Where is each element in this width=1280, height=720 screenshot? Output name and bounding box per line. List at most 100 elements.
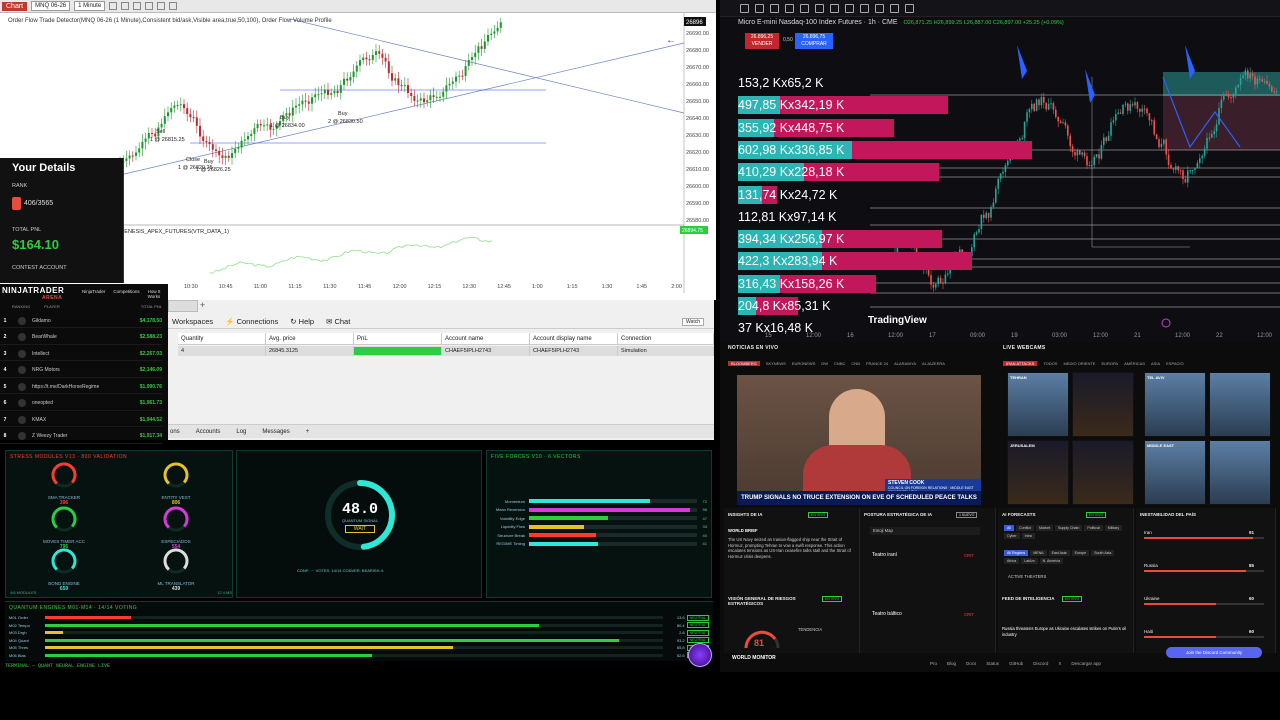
menu-help[interactable]: ↻ Help — [290, 317, 314, 326]
leaderboard-row[interactable]: 8 Z Weezy Trader $1,917.34 — [0, 430, 162, 444]
cursor-icon[interactable] — [740, 3, 749, 13]
bar-style-icon[interactable] — [109, 2, 118, 10]
instability-row[interactable]: Iran 91 — [1144, 530, 1268, 546]
footer-link[interactable]: Descargar app — [1071, 661, 1101, 666]
webcam-tile[interactable] — [1209, 372, 1271, 437]
menu-workspaces[interactable]: Workspaces — [172, 317, 213, 326]
footer-link[interactable]: Blog — [947, 661, 956, 666]
forecast-filter[interactable]: All — [1004, 525, 1014, 531]
instability-row[interactable]: Haiti 60 — [1144, 629, 1268, 645]
cam-tab[interactable]: ESPACIO — [1166, 361, 1184, 366]
posture-select[interactable]: Emoji Map — [870, 527, 980, 535]
tv-symbol[interactable]: Micro E-mini Nasdaq-100 Index Futures · … — [738, 19, 898, 26]
ai-orb-icon[interactable] — [688, 643, 712, 667]
footer-link[interactable]: GitHub — [1009, 661, 1023, 666]
feed-text[interactable]: Russia threatens Europe as Ukraine escal… — [1002, 626, 1130, 637]
tab-log[interactable]: Log — [236, 429, 246, 435]
col-pnl[interactable]: PnL — [354, 333, 442, 344]
forecast-region[interactable]: South Asia — [1091, 550, 1115, 556]
zoom-in-icon[interactable] — [845, 3, 854, 13]
strategy-icon[interactable] — [133, 2, 142, 10]
interval-select[interactable]: 1 Minute — [74, 1, 106, 11]
arena-tab[interactable]: NinjaTrader — [82, 289, 105, 299]
trendline-icon[interactable] — [755, 3, 764, 13]
news-tab[interactable]: FRANCE 24 — [866, 361, 888, 366]
forecast-filter[interactable]: Supply Chain — [1054, 525, 1083, 531]
news-tab[interactable]: EURONEWS — [792, 361, 816, 366]
forecast-filter[interactable]: Political — [1084, 525, 1103, 531]
forecast-filter[interactable]: Infra — [1021, 533, 1035, 539]
live-news-video[interactable]: STEVEN COOK COUNCIL ON FOREIGN RELATIONS … — [737, 375, 981, 505]
footer-link[interactable]: X — [1058, 661, 1061, 666]
news-tab[interactable]: BLOOMBERG — [728, 361, 760, 366]
forecast-region[interactable]: MENA — [1030, 550, 1047, 556]
watch-button[interactable]: Watch — [682, 318, 704, 326]
col-avg-price[interactable]: Avg. price — [266, 333, 354, 344]
forecast-filter[interactable]: Cyber — [1004, 533, 1020, 539]
indicator-icon[interactable] — [121, 2, 130, 10]
footer-link[interactable]: Docs — [966, 661, 976, 666]
forecast-region[interactable]: East Asia — [1048, 550, 1070, 556]
leaderboard-row[interactable]: 1 Gildamo $4,178.50 — [0, 314, 162, 328]
forecast-region[interactable]: N. America — [1039, 558, 1064, 564]
cam-tab[interactable]: MEDIO ORIENTE — [1063, 361, 1095, 366]
col-connection[interactable]: Connection — [618, 333, 714, 344]
menu-chat[interactable]: ✉ Chat — [326, 317, 350, 326]
buy-button[interactable]: 26.896,75 COMPRAR — [795, 33, 833, 49]
leaderboard-row[interactable]: 6 oneopted $1,961.73 — [0, 397, 162, 411]
news-tab[interactable]: CNN — [851, 361, 860, 366]
fib-icon[interactable] — [770, 3, 779, 13]
leaderboard-row[interactable]: 2 BearWhale $2,588.23 — [0, 331, 162, 345]
col-account-display[interactable]: Account display name — [530, 333, 618, 344]
magnet-icon[interactable] — [860, 3, 869, 13]
draw-icon[interactable] — [145, 2, 154, 10]
forecast-region[interactable]: Africa — [1004, 558, 1020, 564]
webcam-tile[interactable] — [1072, 440, 1134, 505]
footer-link[interactable]: Discord — [1033, 661, 1048, 666]
menu-connections[interactable]: ⚡ Connections — [225, 317, 278, 326]
cam-tab[interactable]: IRAN ATTACKS — [1003, 361, 1038, 366]
tab-messages[interactable]: Messages — [262, 429, 289, 435]
tab-accounts[interactable]: Accounts — [196, 429, 221, 435]
cam-tab[interactable]: EUROPA — [1101, 361, 1118, 366]
leaderboard-row[interactable]: 4 NRG Motors $2,146.09 — [0, 364, 162, 378]
forecast-region[interactable]: Europe — [1071, 550, 1090, 556]
cam-tab[interactable]: ASIA — [1151, 361, 1160, 366]
instrument-select[interactable]: MNQ 06-26 — [31, 1, 71, 11]
forecast-region[interactable]: All Regions — [1004, 550, 1029, 556]
leaderboard-row[interactable]: 3 Intellect $2,267.03 — [0, 347, 162, 361]
posture-item-baltic[interactable]: Teatro báltico — [872, 611, 952, 618]
leaderboard-row[interactable]: 5 https://t.me/DarkHorseRegime $1,990.76 — [0, 380, 162, 394]
cam-tab[interactable]: TODOS — [1043, 361, 1057, 366]
posture-item-iran[interactable]: Teatro iraní — [872, 552, 952, 559]
cam-tab[interactable]: AMÉRICAS — [1124, 361, 1145, 366]
news-tab[interactable]: ALJAZEERA — [922, 361, 945, 366]
news-tab[interactable]: CNBC — [834, 361, 845, 366]
pattern-icon[interactable] — [815, 3, 824, 13]
footer-link[interactable]: Status — [986, 661, 999, 666]
forecast-filter[interactable]: Military — [1104, 525, 1123, 531]
sell-button[interactable]: 26.896,25 VENDER — [745, 33, 779, 49]
instability-row[interactable]: Russia 85 — [1144, 563, 1268, 579]
col-account-name[interactable]: Account name — [442, 333, 530, 344]
chart-tab[interactable]: Chart — [2, 1, 28, 11]
add-tab-icon[interactable]: + — [200, 300, 205, 310]
instability-row[interactable]: Ukraine 60 — [1144, 596, 1268, 612]
discord-button[interactable]: Join the Discord Community — [1166, 647, 1262, 658]
trash-icon[interactable] — [905, 3, 914, 13]
arena-tab[interactable]: How It Works — [148, 289, 168, 299]
tab-positions[interactable]: ons — [170, 429, 180, 435]
webcam-tile[interactable]: JERUSALEM — [1007, 440, 1069, 505]
webcam-tile[interactable]: TEL AVIV — [1144, 372, 1206, 437]
forecast-filter[interactable]: Conflict — [1016, 525, 1034, 531]
back-arrow-icon[interactable]: ← — [666, 35, 676, 46]
webcam-tile[interactable] — [1072, 372, 1134, 437]
chart-trader-icon[interactable] — [169, 2, 178, 10]
tab-add[interactable]: + — [306, 429, 310, 435]
news-tab[interactable]: DW — [821, 361, 828, 366]
lock-icon[interactable] — [875, 3, 884, 13]
forecast-region[interactable]: LatAm — [1021, 558, 1038, 564]
webcam-tile[interactable]: TEHRAN — [1007, 372, 1069, 437]
leaderboard-row[interactable]: 7 KMAX $1,944.52 — [0, 413, 162, 427]
footer-link[interactable]: Pro — [930, 661, 937, 666]
